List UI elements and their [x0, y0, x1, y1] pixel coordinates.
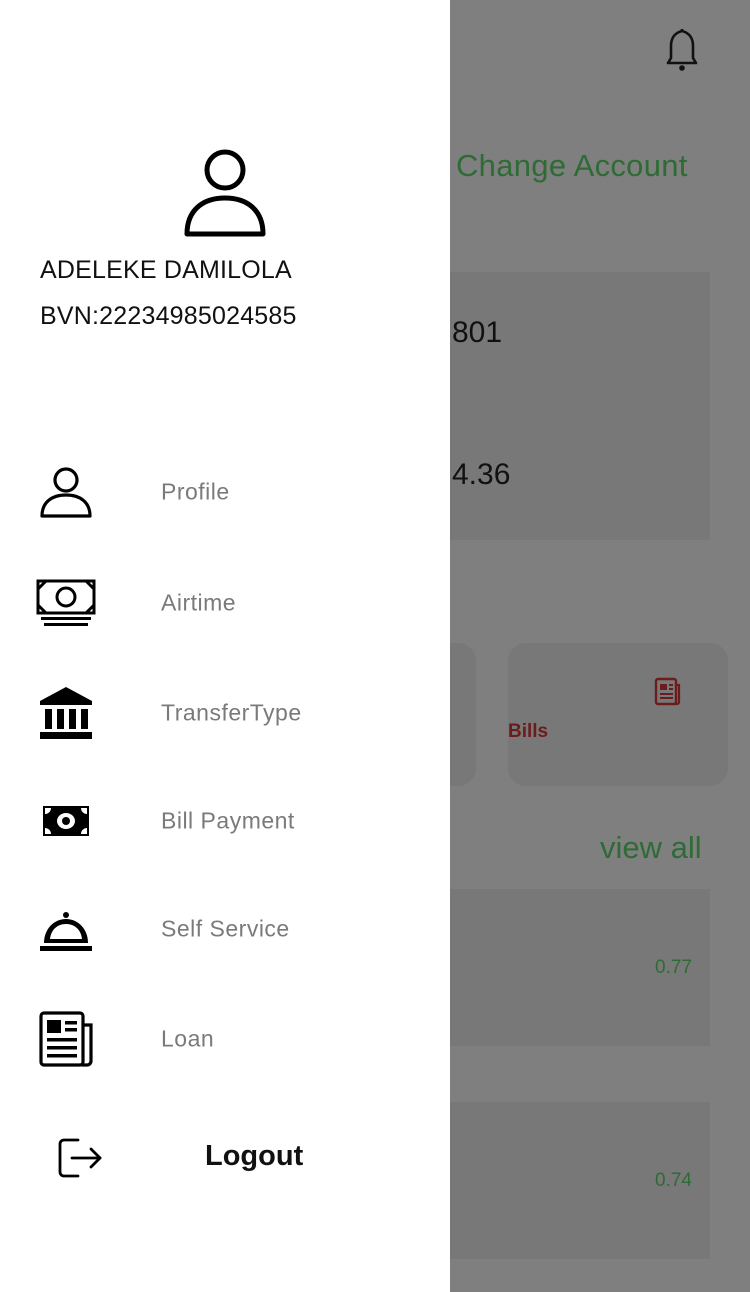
menu-item-airtime[interactable]: Airtime	[0, 563, 450, 643]
newspaper-icon	[36, 1009, 96, 1069]
concierge-bell-icon	[36, 899, 96, 959]
navigation-drawer: ADELEKE DAMILOLA BVN:22234985024585 Prof…	[0, 0, 450, 1292]
menu-label-self-service: Self Service	[161, 915, 290, 942]
logout-button[interactable]: Logout	[0, 1120, 450, 1200]
bills-tile[interactable]: Bills	[508, 643, 728, 786]
menu-item-profile[interactable]: Profile	[0, 452, 450, 532]
account-balance: 4.36	[452, 458, 511, 491]
bills-icon	[653, 677, 681, 707]
logout-icon	[56, 1136, 104, 1180]
transaction-amount: 0.77	[655, 957, 692, 978]
menu-item-bill-payment[interactable]: Bill Payment	[0, 781, 450, 861]
change-account-link[interactable]: Change Account	[456, 148, 688, 184]
view-all-link[interactable]: view all	[600, 830, 702, 866]
menu-label-airtime: Airtime	[161, 589, 237, 616]
user-bvn: BVN:22234985024585	[40, 302, 297, 330]
transaction-row[interactable]: 0.74	[450, 1102, 710, 1259]
user-avatar-icon	[183, 148, 267, 238]
account-card: 801 4.36	[450, 272, 710, 540]
transaction-amount: 0.74	[655, 1170, 692, 1191]
menu-item-transfertype[interactable]: TransferType	[0, 673, 450, 753]
menu-label-transfertype: TransferType	[161, 699, 302, 726]
bank-icon	[36, 683, 96, 743]
menu-item-loan[interactable]: Loan	[0, 999, 450, 1079]
menu-label-bill-payment: Bill Payment	[161, 807, 295, 834]
money-icon	[36, 573, 96, 633]
menu-item-self-service[interactable]: Self Service	[0, 889, 450, 969]
person-icon	[36, 462, 96, 522]
account-number: 801	[452, 316, 503, 349]
menu-label-profile: Profile	[161, 478, 230, 505]
money-bill-icon	[36, 791, 96, 851]
bell-icon[interactable]	[664, 28, 700, 72]
transaction-row[interactable]: 0.77	[450, 889, 710, 1046]
logout-label: Logout	[205, 1140, 304, 1172]
user-name: ADELEKE DAMILOLA	[40, 256, 292, 284]
menu-label-loan: Loan	[161, 1025, 215, 1052]
